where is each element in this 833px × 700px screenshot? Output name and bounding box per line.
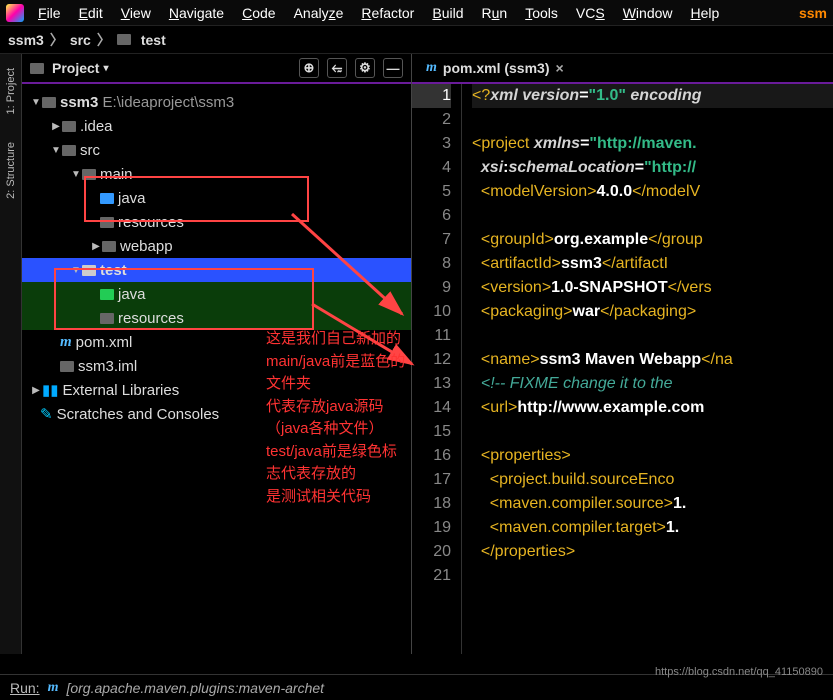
breadcrumb: ssm3 〉 src 〉 test bbox=[0, 26, 833, 54]
source-folder-icon bbox=[100, 193, 114, 204]
menu-bar: File Edit View Navigate Code Analyze Ref… bbox=[0, 0, 833, 26]
project-icon bbox=[30, 63, 44, 74]
test-folder-icon bbox=[100, 289, 114, 300]
menu-run[interactable]: Run bbox=[474, 3, 516, 23]
app-logo-icon bbox=[6, 4, 24, 22]
maven-file-icon: m bbox=[426, 60, 437, 76]
tree-src[interactable]: ▼ src bbox=[22, 138, 411, 162]
chevron-down-icon[interactable]: ▼ bbox=[70, 265, 82, 276]
tree-main[interactable]: ▼ main bbox=[22, 162, 411, 186]
menu-help[interactable]: Help bbox=[683, 3, 728, 23]
folder-icon bbox=[82, 265, 96, 276]
library-icon: ▮▮ bbox=[42, 381, 59, 399]
tree-test-resources[interactable]: resources bbox=[22, 306, 411, 330]
folder-icon bbox=[82, 169, 96, 180]
folder-icon bbox=[62, 145, 76, 156]
editor-tab[interactable]: m pom.xml (ssm3) × bbox=[418, 60, 572, 76]
menu-view[interactable]: View bbox=[113, 3, 159, 23]
scratches-icon: ✎ bbox=[40, 405, 53, 423]
project-panel-title[interactable]: Project bbox=[52, 60, 99, 76]
close-tab-icon[interactable]: × bbox=[555, 60, 563, 76]
maven-icon: m bbox=[48, 680, 59, 696]
menu-navigate[interactable]: Navigate bbox=[161, 3, 232, 23]
tree-main-resources[interactable]: resources bbox=[22, 210, 411, 234]
folder-icon bbox=[117, 34, 131, 45]
project-panel-header: Project ▾ ⊕ ⥳ ⚙ — bbox=[22, 54, 411, 84]
tree-external-libs[interactable]: ▶ ▮▮ External Libraries bbox=[22, 378, 411, 402]
tool-window-strip: 1: Project 2: Structure bbox=[0, 54, 22, 654]
project-tree[interactable]: ▼ ssm3 E:\ideaproject\ssm3 ▶ .idea ▼ src… bbox=[22, 84, 411, 654]
menu-window[interactable]: Window bbox=[615, 3, 681, 23]
project-panel: Project ▾ ⊕ ⥳ ⚙ — ▼ ssm3 E:\ideaproject\… bbox=[22, 54, 412, 654]
code-source[interactable]: <?xml version="1.0" encoding<project xml… bbox=[462, 84, 833, 654]
run-task: [org.apache.maven.plugins:maven-archet bbox=[66, 680, 324, 696]
chevron-down-icon[interactable]: ▾ bbox=[103, 63, 108, 74]
tree-idea[interactable]: ▶ .idea bbox=[22, 114, 411, 138]
tree-webapp[interactable]: ▶ webapp bbox=[22, 234, 411, 258]
chevron-right-icon: 〉 bbox=[50, 30, 64, 50]
crumb-src[interactable]: src bbox=[70, 32, 91, 48]
menu-refactor[interactable]: Refactor bbox=[353, 3, 422, 23]
code-editor[interactable]: 123456789101112131415161718192021 <?xml … bbox=[412, 84, 833, 654]
menu-tools[interactable]: Tools bbox=[517, 3, 566, 23]
chevron-right-icon[interactable]: ▶ bbox=[90, 241, 102, 252]
module-icon bbox=[42, 97, 56, 108]
tree-iml[interactable]: ssm3.iml bbox=[22, 354, 411, 378]
collapse-all-icon[interactable]: ⥳ bbox=[327, 58, 347, 78]
menu-code[interactable]: Code bbox=[234, 3, 283, 23]
menu-edit[interactable]: Edit bbox=[71, 3, 111, 23]
crumb-project[interactable]: ssm3 bbox=[8, 32, 44, 48]
menu-analyze[interactable]: Analyze bbox=[286, 3, 352, 23]
select-opened-file-icon[interactable]: ⊕ bbox=[299, 58, 319, 78]
tree-pom[interactable]: m pom.xml bbox=[22, 330, 411, 354]
hide-icon[interactable]: — bbox=[383, 58, 403, 78]
watermark: https://blog.csdn.net/qq_41150890 bbox=[655, 666, 823, 678]
menu-right-label: ssm bbox=[799, 5, 827, 21]
tool-tab-project[interactable]: 1: Project bbox=[5, 64, 17, 118]
module-file-icon bbox=[60, 361, 74, 372]
tree-root[interactable]: ▼ ssm3 E:\ideaproject\ssm3 bbox=[22, 90, 411, 114]
chevron-right-icon[interactable]: ▶ bbox=[50, 121, 62, 132]
test-resources-folder-icon bbox=[100, 313, 114, 324]
editor-tab-bar: m pom.xml (ssm3) × bbox=[412, 54, 833, 84]
menu-vcs[interactable]: VCS bbox=[568, 3, 613, 23]
menu-file[interactable]: File bbox=[30, 3, 69, 23]
chevron-down-icon[interactable]: ▼ bbox=[70, 169, 82, 180]
resources-folder-icon bbox=[100, 217, 114, 228]
tree-test[interactable]: ▼ test bbox=[22, 258, 411, 282]
chevron-down-icon[interactable]: ▼ bbox=[50, 145, 62, 156]
tree-main-java[interactable]: java bbox=[22, 186, 411, 210]
tool-tab-structure[interactable]: 2: Structure bbox=[5, 138, 17, 203]
chevron-down-icon[interactable]: ▼ bbox=[30, 97, 42, 108]
chevron-right-icon[interactable]: ▶ bbox=[30, 385, 42, 396]
crumb-test[interactable]: test bbox=[141, 32, 166, 48]
gear-icon[interactable]: ⚙ bbox=[355, 58, 375, 78]
line-gutter: 123456789101112131415161718192021 bbox=[412, 84, 462, 654]
folder-icon bbox=[62, 121, 76, 132]
tree-scratches[interactable]: ✎ Scratches and Consoles bbox=[22, 402, 411, 426]
chevron-right-icon: 〉 bbox=[97, 30, 111, 50]
tree-test-java[interactable]: java bbox=[22, 282, 411, 306]
maven-file-icon: m bbox=[60, 334, 72, 351]
editor-area: m pom.xml (ssm3) × 123456789101112131415… bbox=[412, 54, 833, 654]
menu-build[interactable]: Build bbox=[424, 3, 471, 23]
web-folder-icon bbox=[102, 241, 116, 252]
run-label: Run: bbox=[10, 680, 40, 696]
